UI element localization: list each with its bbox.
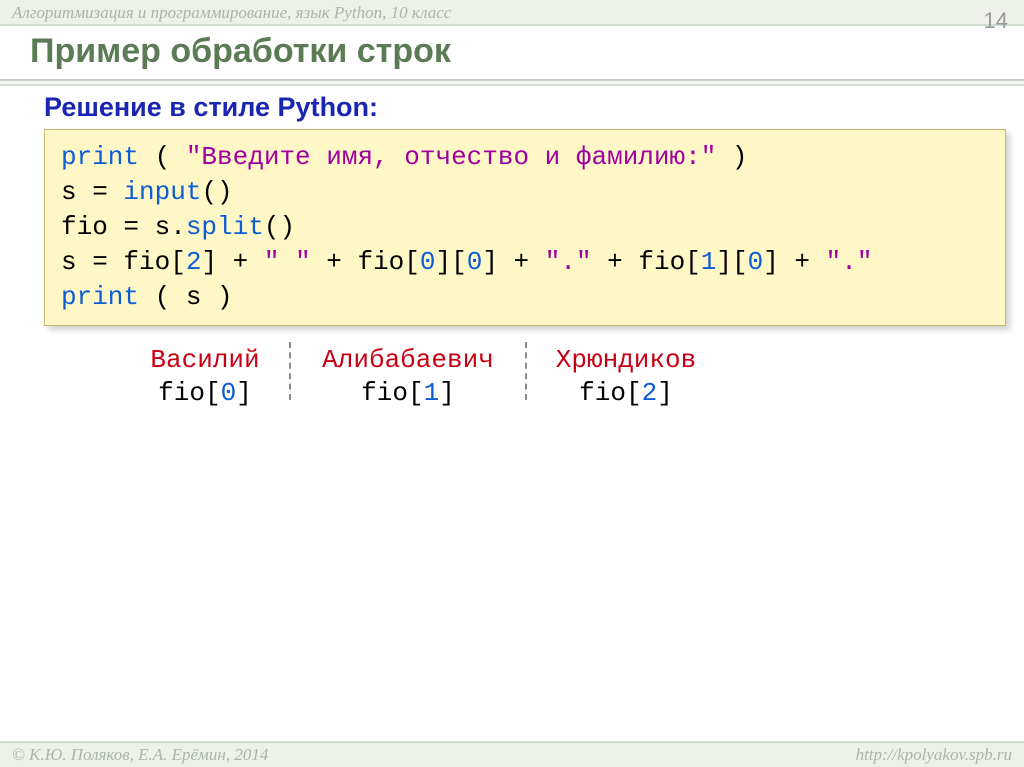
code-text: + fio[ xyxy=(311,247,420,277)
string-literal: "." xyxy=(826,247,873,277)
example-cell: fio[0] xyxy=(120,377,290,410)
index-literal: 0 xyxy=(221,378,237,408)
fio-label: ] xyxy=(236,378,252,408)
code-text: ] + xyxy=(201,247,263,277)
code-text: fio = s. xyxy=(61,212,186,242)
code-text: () xyxy=(201,177,232,207)
index-literal: 0 xyxy=(467,247,483,277)
example-cell: Василий xyxy=(120,344,290,377)
code-text: + fio[ xyxy=(592,247,701,277)
example-cell: Алибабаевич xyxy=(290,344,526,377)
index-literal: 0 xyxy=(748,247,764,277)
code-text: ( s ) xyxy=(139,282,233,312)
example-block: Василий Алибабаевич Хрюндиков fio[0] fio… xyxy=(120,344,1024,409)
example-labels-row: fio[0] fio[1] fio[2] xyxy=(120,377,1024,410)
index-literal: 1 xyxy=(424,378,440,408)
code-text: ] + xyxy=(763,247,825,277)
example-name-3: Хрюндиков xyxy=(556,345,696,375)
kw-split: split xyxy=(186,212,264,242)
code-line-3: fio = s.split() xyxy=(61,210,989,245)
index-literal: 1 xyxy=(701,247,717,277)
example-name-1: Василий xyxy=(150,345,259,375)
heading-row: Пример обработки строк xyxy=(0,32,1024,75)
kw-print: print xyxy=(61,282,139,312)
top-stripe: Алгоритмизация и программирование, язык … xyxy=(0,0,1024,26)
heading-underline xyxy=(0,79,1024,86)
subheading: Решение в стиле Python: xyxy=(44,92,1024,123)
code-block: print ( "Введите имя, отчество и фамилию… xyxy=(44,129,1006,326)
string-literal: " " xyxy=(264,247,311,277)
kw-input: input xyxy=(123,177,201,207)
index-literal: 2 xyxy=(642,378,658,408)
course-title: Алгоритмизация и программирование, язык … xyxy=(12,3,451,23)
code-text: ] + xyxy=(482,247,544,277)
footer-stripe: © К.Ю. Поляков, Е.А. Ерёмин, 2014 http:/… xyxy=(0,741,1024,767)
footer-url: http://kpolyakov.spb.ru xyxy=(856,745,1012,765)
fio-label: ] xyxy=(657,378,673,408)
fio-label: fio[ xyxy=(361,378,423,408)
fio-label: ] xyxy=(439,378,455,408)
fio-label: fio[ xyxy=(158,378,220,408)
code-text: s = xyxy=(61,177,123,207)
kw-print: print xyxy=(61,142,139,172)
code-text: ][ xyxy=(716,247,747,277)
string-literal: "Введите имя, отчество и фамилию:" xyxy=(186,142,717,172)
code-line-4: s = fio[2] + " " + fio[0][0] + "." + fio… xyxy=(61,245,989,280)
code-line-5: print ( s ) xyxy=(61,280,989,315)
example-names-row: Василий Алибабаевич Хрюндиков xyxy=(120,344,1024,377)
example-name-2: Алибабаевич xyxy=(322,345,494,375)
code-line-1: print ( "Введите имя, отчество и фамилию… xyxy=(61,140,989,175)
example-cell: fio[2] xyxy=(526,377,726,410)
code-text: ( xyxy=(139,142,186,172)
string-literal: "." xyxy=(545,247,592,277)
fio-label: fio[ xyxy=(579,378,641,408)
copyright-text: © К.Ю. Поляков, Е.А. Ерёмин, 2014 xyxy=(12,745,268,765)
slide-title: Пример обработки строк xyxy=(30,32,1024,71)
example-cell: fio[1] xyxy=(290,377,526,410)
index-literal: 0 xyxy=(420,247,436,277)
code-line-2: s = input() xyxy=(61,175,989,210)
code-text: ][ xyxy=(436,247,467,277)
code-text: s = fio[ xyxy=(61,247,186,277)
page-number: 14 xyxy=(984,8,1008,34)
index-literal: 2 xyxy=(186,247,202,277)
code-text: ) xyxy=(716,142,747,172)
code-text: () xyxy=(264,212,295,242)
example-cell: Хрюндиков xyxy=(526,344,726,377)
